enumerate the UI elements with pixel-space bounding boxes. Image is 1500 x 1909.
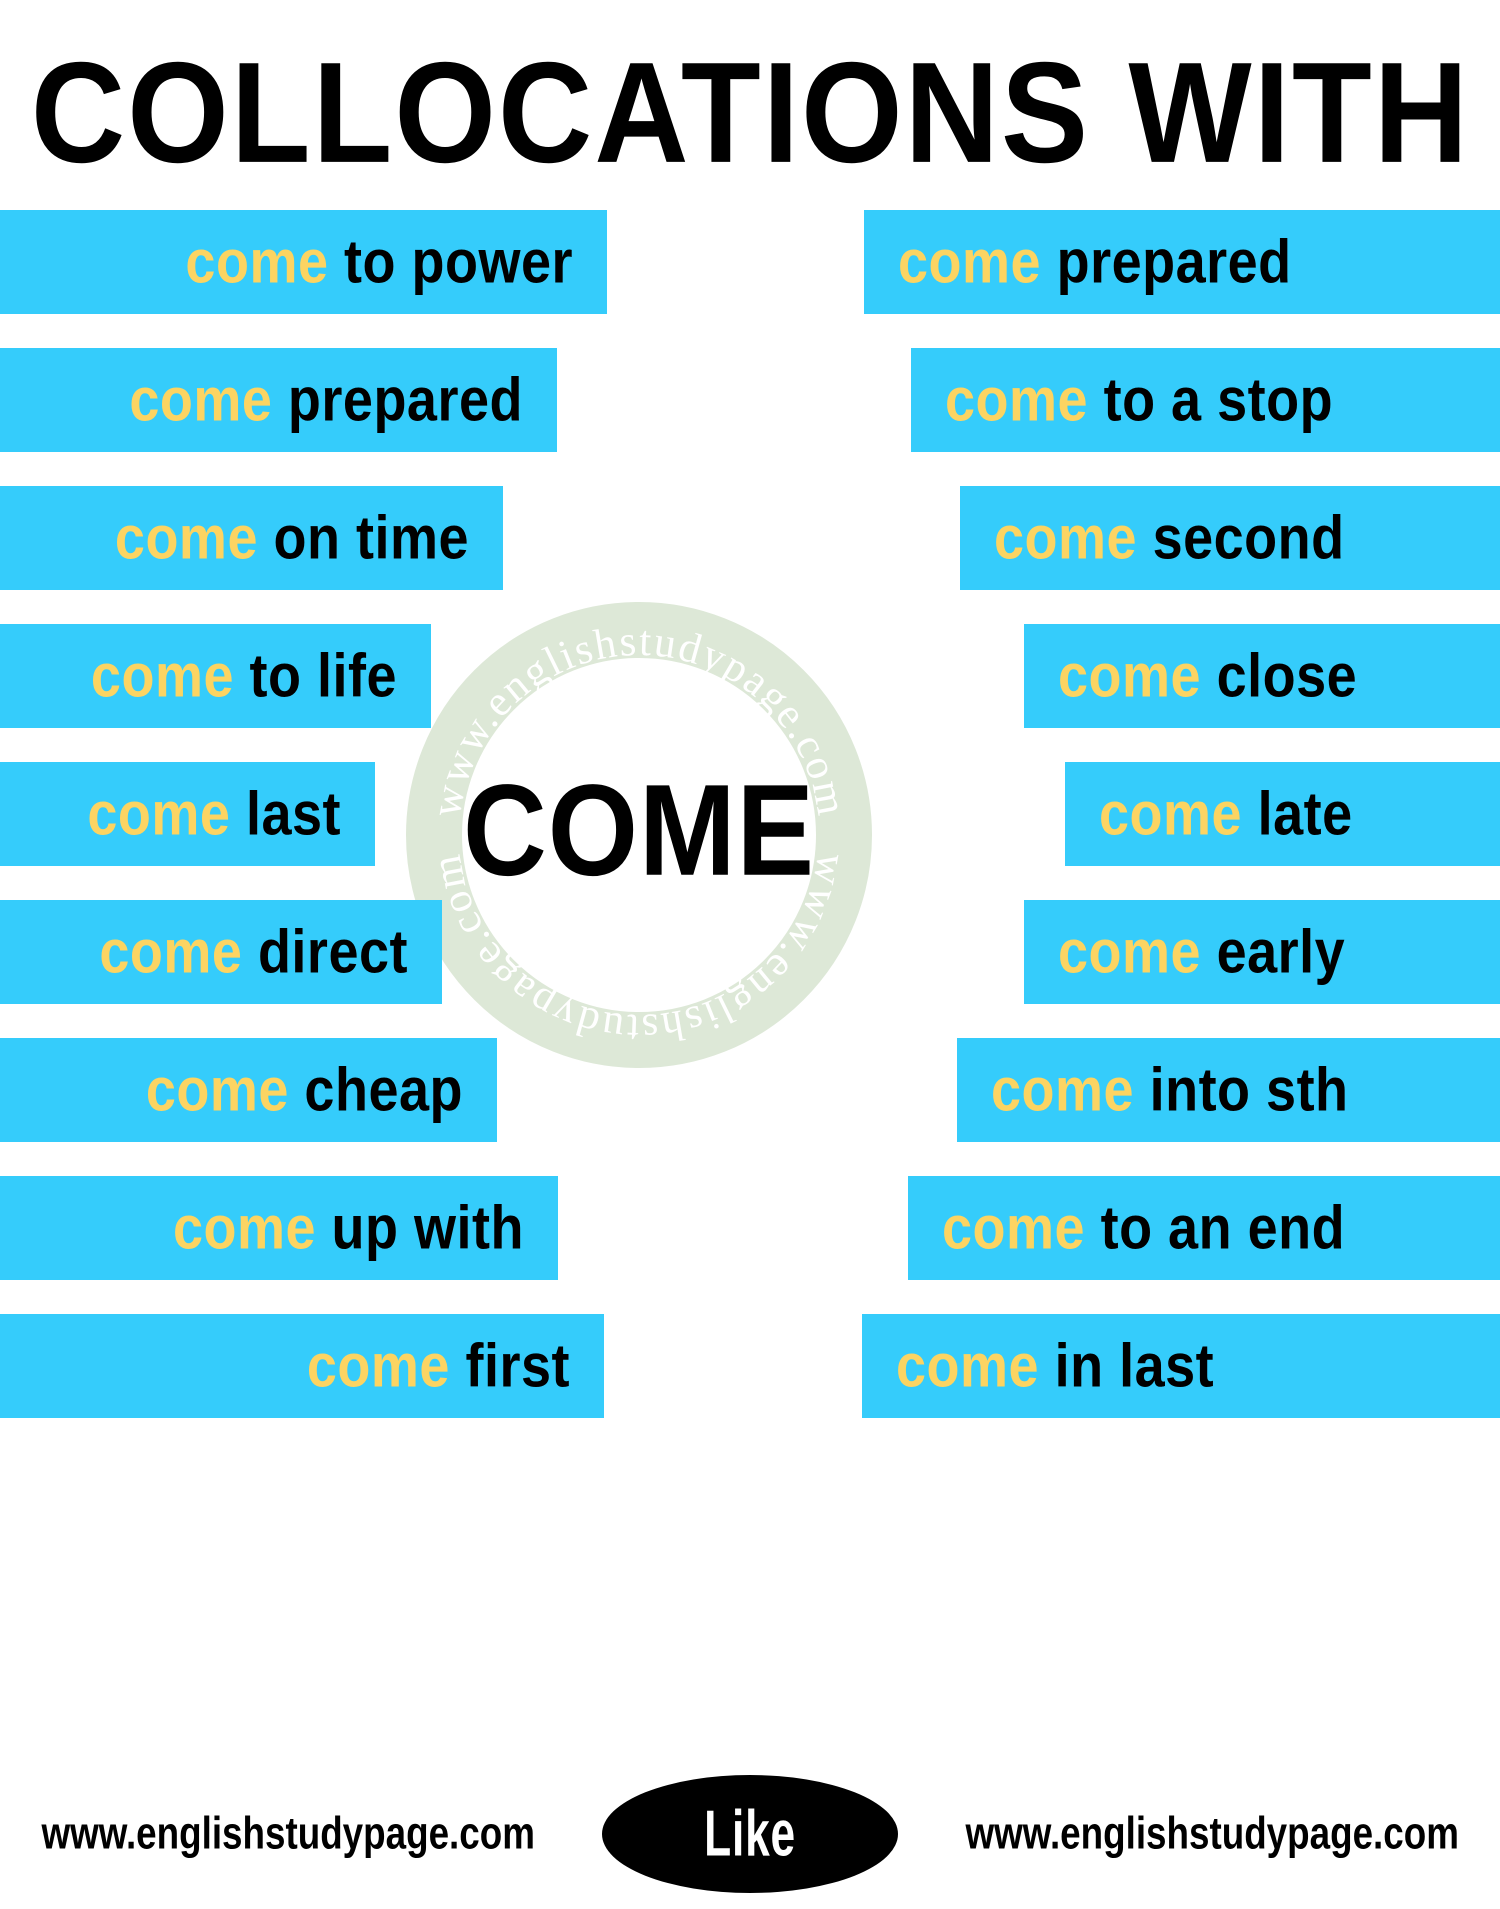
collocation-rest: last (230, 779, 341, 849)
collocation-rest: in last (1039, 1331, 1215, 1401)
collocation-bar[interactable]: come to an end (908, 1176, 1500, 1280)
collocation-bar[interactable]: come to a stop (911, 348, 1500, 452)
collocation-keyword: come (90, 641, 234, 711)
collocation-phrase: come to power (185, 231, 573, 293)
collocation-bar[interactable]: come late (1065, 762, 1500, 866)
page-title: COLLOCATIONS WITH (30, 33, 1470, 194)
collocation-keyword: come (945, 365, 1089, 435)
collocation-bar[interactable]: come direct (0, 900, 442, 1004)
collocation-phrase: come up with (173, 1197, 524, 1259)
collocation-phrase: come close (1058, 645, 1357, 707)
collocation-phrase: come prepared (129, 369, 523, 431)
collocation-keyword: come (991, 1055, 1135, 1125)
collocation-keyword: come (87, 779, 231, 849)
collocation-bar[interactable]: come close (1024, 624, 1500, 728)
collocation-phrase: come direct (99, 921, 408, 983)
collocation-phrase: come prepared (898, 231, 1292, 293)
collocation-phrase: come to an end (942, 1197, 1345, 1259)
collocation-rest: cheap (288, 1055, 463, 1125)
collocation-keyword: come (1058, 917, 1202, 987)
page-title-container: COLLOCATIONS WITH (0, 41, 1500, 184)
collocation-bar[interactable]: come on time (0, 486, 503, 590)
collocation-phrase: come cheap (146, 1059, 463, 1121)
footer-url-right[interactable]: www.englishstudypage.com (965, 1808, 1458, 1859)
collocation-phrase: come in last (896, 1335, 1214, 1397)
collocation-phrase: come early (1058, 921, 1345, 983)
collocation-bar[interactable]: come prepared (864, 210, 1500, 314)
collocation-bar[interactable]: come first (0, 1314, 604, 1418)
collocation-rest: first (449, 1331, 570, 1401)
collocation-phrase: come on time (115, 507, 469, 569)
collocation-keyword: come (1058, 641, 1202, 711)
collocation-keyword: come (145, 1055, 289, 1125)
collocation-keyword: come (896, 1331, 1040, 1401)
collocation-rest: prepared (272, 365, 523, 435)
center-keyword-container: COME (404, 755, 874, 905)
collocation-keyword: come (994, 503, 1138, 573)
collocation-keyword: come (942, 1193, 1086, 1263)
collocation-bar[interactable]: come to life (0, 624, 431, 728)
collocation-bar[interactable]: come prepared (0, 348, 557, 452)
collocation-rest: to power (328, 227, 573, 297)
collocation-phrase: come to life (91, 645, 397, 707)
collocation-keyword: come (306, 1331, 450, 1401)
collocation-keyword: come (129, 365, 273, 435)
collocation-rest: late (1242, 779, 1353, 849)
footer: www.englishstudypage.com Like www.englis… (0, 1759, 1500, 1909)
collocation-bar[interactable]: come to power (0, 210, 607, 314)
collocation-rest: prepared (1041, 227, 1292, 297)
collocation-rest: close (1201, 641, 1358, 711)
collocation-keyword: come (114, 503, 258, 573)
footer-url-left[interactable]: www.englishstudypage.com (41, 1808, 534, 1859)
collocation-phrase: come into sth (991, 1059, 1349, 1121)
collocation-rest: up with (316, 1193, 524, 1263)
collocation-keyword: come (898, 227, 1042, 297)
collocation-bar[interactable]: come last (0, 762, 375, 866)
collocation-bar[interactable]: come second (960, 486, 1500, 590)
collocation-phrase: come second (994, 507, 1345, 569)
collocation-phrase: come late (1099, 783, 1353, 845)
collocation-phrase: come to a stop (945, 369, 1333, 431)
infographic-poster: COLLOCATIONS WITH www.englishstudypage.c… (0, 0, 1500, 1909)
collocation-rest: on time (257, 503, 469, 573)
collocation-bar[interactable]: come in last (862, 1314, 1500, 1418)
collocation-keyword: come (1099, 779, 1243, 849)
like-button[interactable]: Like (602, 1775, 898, 1893)
collocation-keyword: come (185, 227, 329, 297)
collocation-rest: second (1137, 503, 1345, 573)
collocation-rest: direct (242, 917, 408, 987)
collocation-keyword: come (99, 917, 243, 987)
collocation-keyword: come (172, 1193, 317, 1263)
collocation-rest: to an end (1085, 1193, 1346, 1263)
collocation-rest: early (1201, 917, 1346, 987)
collocation-bar[interactable]: come cheap (0, 1038, 497, 1142)
center-keyword: COME (463, 757, 815, 903)
collocation-bar[interactable]: come up with (0, 1176, 558, 1280)
collocation-rest: into sth (1134, 1055, 1349, 1125)
collocation-bar[interactable]: come into sth (957, 1038, 1500, 1142)
collocation-rest: to life (234, 641, 397, 711)
collocation-rest: to a stop (1088, 365, 1334, 435)
collocation-bar[interactable]: come early (1024, 900, 1500, 1004)
collocation-phrase: come last (87, 783, 341, 845)
like-button-label: Like (704, 1798, 796, 1870)
collocation-phrase: come first (307, 1335, 570, 1397)
